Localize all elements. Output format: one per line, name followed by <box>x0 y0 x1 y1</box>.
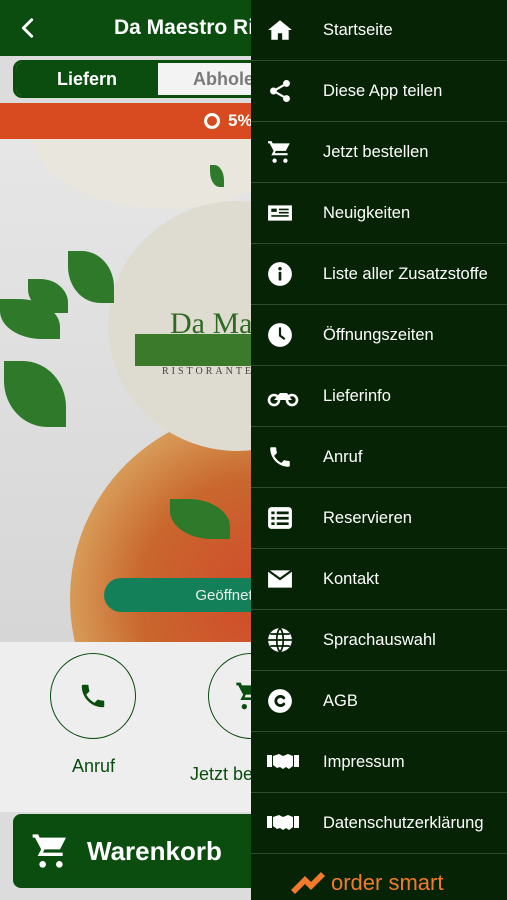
discount-badge-icon <box>204 113 220 129</box>
basil-leaf <box>4 361 66 427</box>
menu-label: Lieferinfo <box>323 386 391 405</box>
menu-item-agb[interactable]: AGB <box>251 671 507 732</box>
menu-item-additives[interactable]: Liste aller Zusatzstoffe <box>251 244 507 305</box>
motorcycle-icon <box>267 390 299 407</box>
back-button[interactable] <box>0 0 56 56</box>
cart-icon <box>268 141 290 163</box>
phone-icon <box>270 447 290 467</box>
menu-label: Startseite <box>323 20 393 39</box>
menu-label: Neuigkeiten <box>323 203 411 222</box>
menu-label: Anruf <box>323 447 363 466</box>
clock-icon <box>268 323 292 347</box>
menu-item-delivery-info[interactable]: Lieferinfo <box>251 366 507 427</box>
cart-icon <box>32 834 66 868</box>
menu-item-language[interactable]: Sprachauswahl <box>251 610 507 671</box>
menu-label: Öffnungszeiten <box>323 325 434 344</box>
brand-text: order smart <box>331 870 444 895</box>
copyright-icon <box>268 689 292 713</box>
order-smart-brand: order smart <box>291 870 443 896</box>
menu-label: Kontakt <box>323 569 379 588</box>
handshake-icon <box>267 754 299 769</box>
menu-label: Jetzt bestellen <box>323 142 429 161</box>
globe-icon <box>268 627 292 653</box>
news-icon <box>268 205 292 221</box>
menu-item-share[interactable]: Diese App teilen <box>251 61 507 122</box>
menu-label: Impressum <box>323 752 405 771</box>
list-icon <box>268 507 292 529</box>
handshake-icon <box>267 815 299 830</box>
envelope-icon <box>267 569 293 588</box>
chevron-left-icon <box>21 18 34 38</box>
menu-label: Liste aller Zusatzstoffe <box>323 264 488 283</box>
menu-item-privacy[interactable]: Datenschutzerklärung <box>251 793 507 854</box>
phone-icon <box>81 684 105 708</box>
menu-item-order[interactable]: Jetzt bestellen <box>251 122 507 183</box>
menu-label: Diese App teilen <box>323 81 443 100</box>
home-icon <box>268 20 292 40</box>
menu-label: Sprachauswahl <box>323 630 436 649</box>
call-action-label: Anruf <box>72 756 116 776</box>
share-icon <box>270 79 290 103</box>
call-action-button[interactable] <box>50 653 136 739</box>
cart-label: Warenkorb <box>87 835 222 866</box>
navigation-drawer: Startseite Diese App teilen Jetzt bestel… <box>251 0 507 900</box>
menu-label: Reservieren <box>323 508 412 527</box>
info-icon <box>268 262 292 286</box>
menu-item-startseite[interactable]: Startseite <box>251 0 507 61</box>
menu-label: Datenschutzerklärung <box>323 813 484 832</box>
tab-liefern[interactable]: Liefern <box>16 63 158 95</box>
menu-label: AGB <box>323 691 358 710</box>
menu-item-contact[interactable]: Kontakt <box>251 549 507 610</box>
logo-subtitle: RISTORANTE <box>162 366 255 377</box>
menu-item-impressum[interactable]: Impressum <box>251 732 507 793</box>
menu-item-call[interactable]: Anruf <box>251 427 507 488</box>
menu-item-reserve[interactable]: Reservieren <box>251 488 507 549</box>
basil-leaf <box>68 251 114 303</box>
menu-item-opening-hours[interactable]: Öffnungszeiten <box>251 305 507 366</box>
menu-item-news[interactable]: Neuigkeiten <box>251 183 507 244</box>
order-smart-logo-icon <box>291 872 325 894</box>
